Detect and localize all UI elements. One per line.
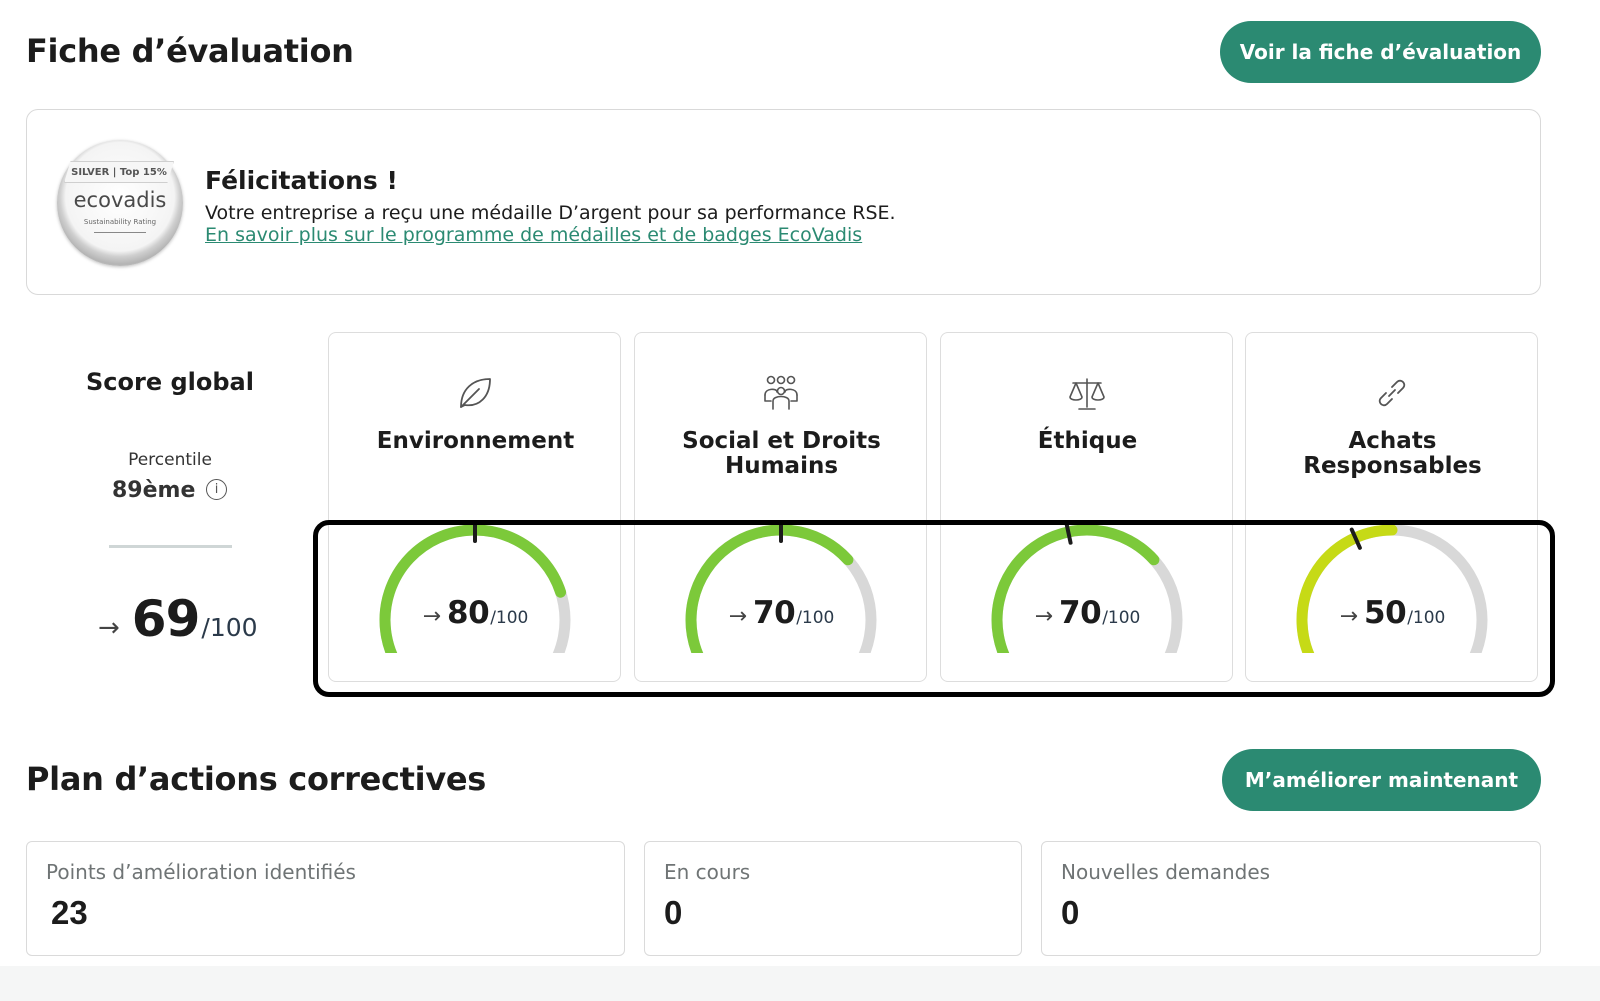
theme-score: → 70 /100 bbox=[635, 595, 928, 631]
medal-logo: ecovadis bbox=[73, 188, 167, 212]
scale-icon bbox=[1069, 378, 1105, 410]
plan-title: Plan d’actions correctives bbox=[26, 760, 487, 798]
theme-card-ethique[interactable]: Éthique → 70 /100 bbox=[940, 332, 1233, 682]
medals-program-link[interactable]: En savoir plus sur le programme de médai… bbox=[205, 224, 862, 246]
stat-card-improvement-points[interactable]: Points d’amélioration identifiés 23 bbox=[26, 841, 625, 956]
theme-score-max: /100 bbox=[490, 608, 529, 628]
theme-score-max: /100 bbox=[796, 608, 835, 628]
theme-card-environnement[interactable]: Environnement → 80 /100 bbox=[328, 332, 621, 682]
theme-score-value: 70 bbox=[1059, 595, 1102, 631]
medal-subtitle: Sustainability Rating bbox=[83, 218, 157, 226]
percentile-label: Percentile bbox=[128, 450, 212, 470]
page-bottom-strip bbox=[0, 966, 1600, 1001]
gauge-fill bbox=[1296, 524, 1398, 653]
theme-score-value: 80 bbox=[447, 595, 490, 631]
theme-name: Éthique bbox=[1037, 428, 1138, 454]
theme-score-value: 50 bbox=[1364, 595, 1407, 631]
stat-label: Points d’amélioration identifiés bbox=[46, 860, 356, 884]
theme-score-value: 70 bbox=[753, 595, 796, 631]
divider bbox=[109, 545, 232, 548]
theme-card-achats[interactable]: Achats Responsables → 50 /100 bbox=[1245, 332, 1538, 682]
improve-now-button[interactable]: M’améliorer maintenant bbox=[1222, 749, 1541, 811]
gauge bbox=[379, 523, 571, 653]
arrow-right-icon: → bbox=[728, 604, 748, 629]
link-icon bbox=[1378, 379, 1406, 407]
gauge bbox=[991, 523, 1183, 653]
gauge bbox=[1296, 524, 1488, 653]
stat-label: Nouvelles demandes bbox=[1061, 860, 1271, 884]
gauge-fill bbox=[991, 524, 1160, 653]
medal-band: SILVER | Top 15% bbox=[64, 161, 174, 183]
stat-value: 0 bbox=[664, 894, 683, 931]
global-score-value: 69 bbox=[131, 590, 201, 648]
arrow-right-icon: → bbox=[1034, 604, 1054, 629]
gauge-fill bbox=[379, 524, 567, 653]
stat-label: En cours bbox=[664, 860, 751, 884]
theme-name: Achats Responsables bbox=[1303, 428, 1482, 479]
congrats-title: Félicitations ! bbox=[205, 166, 398, 195]
stat-card-in-progress[interactable]: En cours 0 bbox=[644, 841, 1022, 956]
congrats-card: SILVER | Top 15% ecovadis Sustainability… bbox=[26, 109, 1541, 295]
theme-name: Social et Droits Humains bbox=[682, 428, 881, 479]
info-icon[interactable]: i bbox=[206, 479, 227, 500]
theme-score: → 50 /100 bbox=[1246, 595, 1539, 631]
arrow-right-icon: → bbox=[422, 604, 442, 629]
ecovadis-medal: SILVER | Top 15% ecovadis Sustainability… bbox=[57, 140, 183, 266]
global-score-max: /100 bbox=[201, 613, 258, 642]
gauge bbox=[685, 523, 877, 653]
theme-score-max: /100 bbox=[1102, 608, 1141, 628]
theme-card-social[interactable]: Social et Droits Humains → 70 /100 bbox=[634, 332, 927, 682]
gauge-fill bbox=[685, 524, 854, 653]
people-icon bbox=[764, 375, 798, 410]
page-title: Fiche d’évaluation bbox=[26, 32, 354, 70]
theme-score: → 70 /100 bbox=[941, 595, 1234, 631]
arrow-right-icon: → bbox=[1339, 604, 1359, 629]
theme-score-max: /100 bbox=[1407, 608, 1446, 628]
congrats-text: Votre entreprise a reçu une médaille D’a… bbox=[205, 202, 896, 224]
theme-name: Environnement bbox=[376, 428, 575, 454]
global-score: → 69 /100 bbox=[98, 590, 258, 648]
stat-value: 0 bbox=[1061, 894, 1080, 931]
stat-card-new-requests[interactable]: Nouvelles demandes 0 bbox=[1041, 841, 1541, 956]
leaf-icon bbox=[460, 378, 491, 408]
theme-score: → 80 /100 bbox=[329, 595, 622, 631]
view-evaluation-button[interactable]: Voir la fiche d’évaluation bbox=[1220, 21, 1541, 83]
arrow-right-icon: → bbox=[98, 613, 120, 643]
percentile-value: 89ème bbox=[112, 478, 196, 503]
score-global-title: Score global bbox=[86, 368, 254, 396]
stat-value: 23 bbox=[51, 894, 88, 931]
medal-line bbox=[94, 232, 146, 233]
